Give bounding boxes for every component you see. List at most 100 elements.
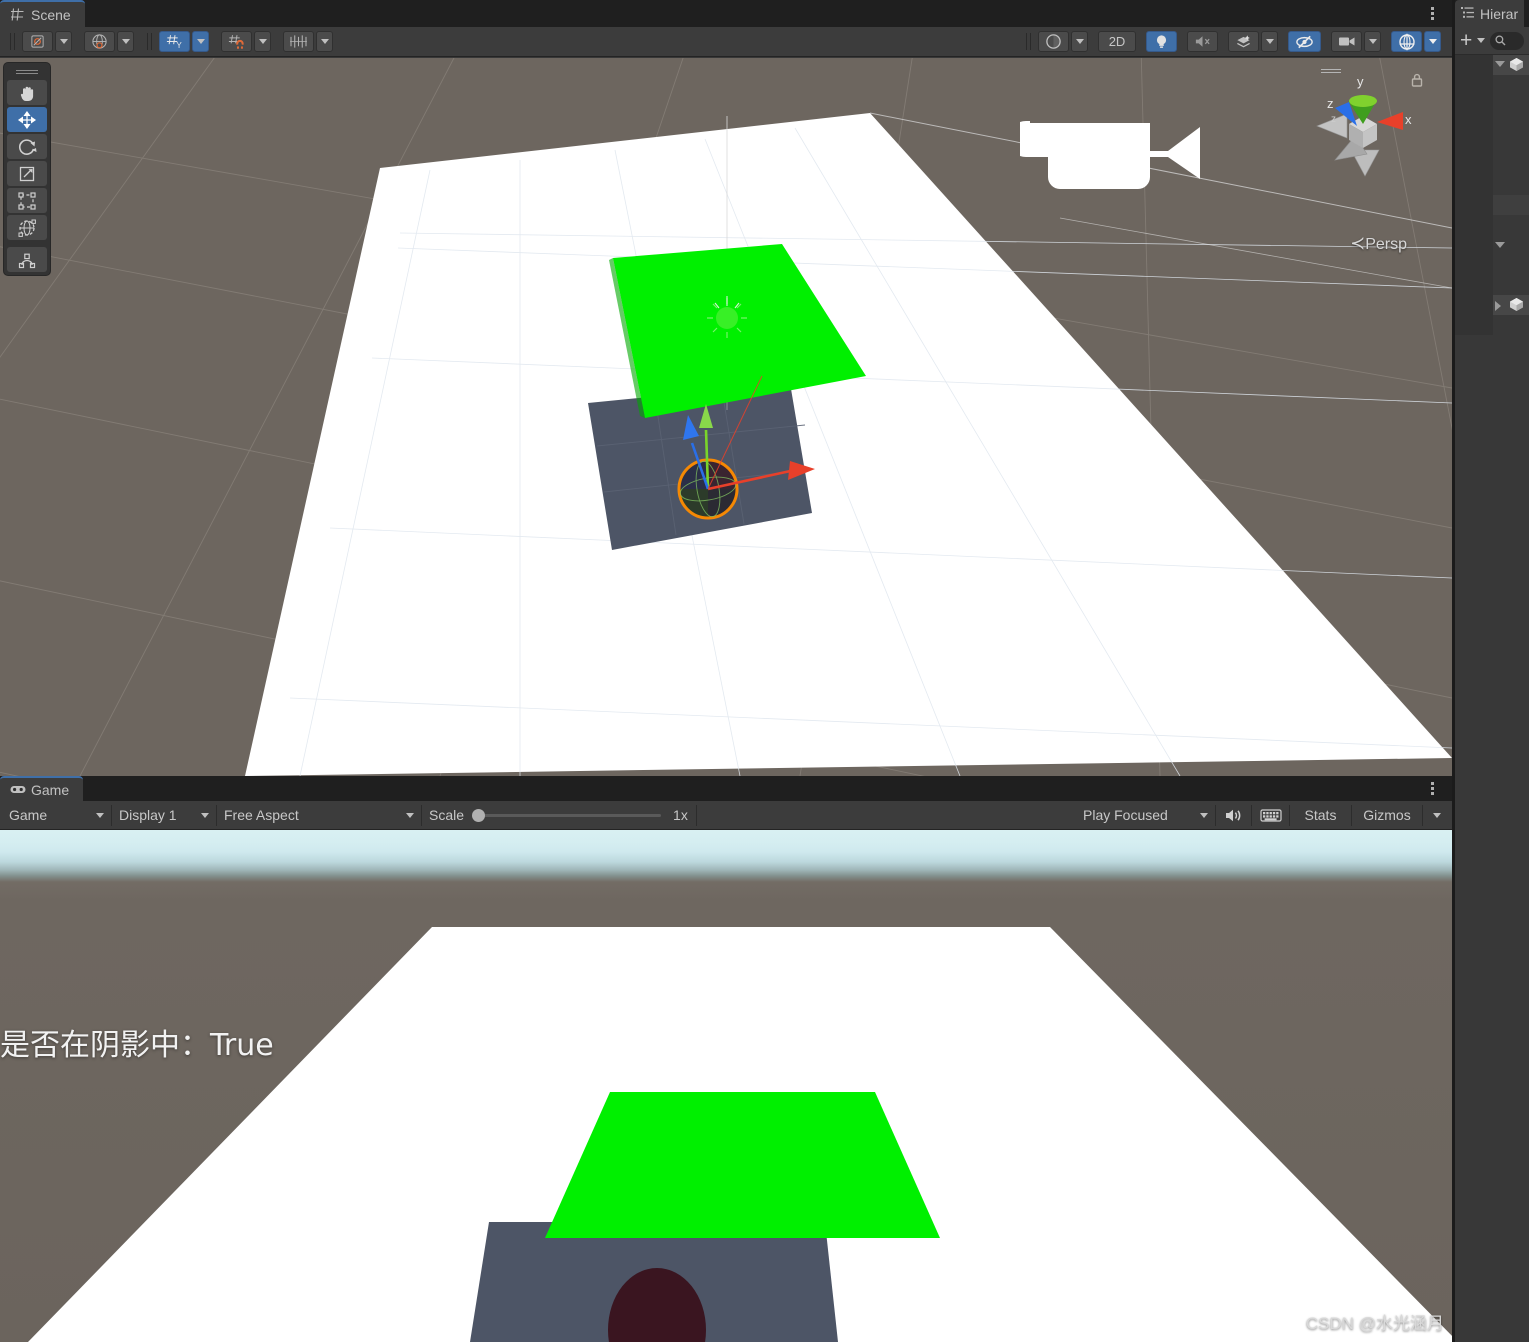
hierarchy-search-input[interactable] <box>1490 31 1524 50</box>
hierarchy-tree[interactable] <box>1455 55 1529 1342</box>
scene-camera-settings[interactable] <box>1331 31 1362 52</box>
move-tool[interactable] <box>7 107 47 132</box>
increment-snap-toggle[interactable] <box>283 31 314 52</box>
chevron-down-icon[interactable] <box>1495 242 1505 248</box>
gizmo-axis-z-label: z <box>1327 96 1334 111</box>
game-view-mode-label: Game <box>9 807 48 823</box>
game-stats-grid-button[interactable] <box>1252 804 1290 826</box>
increment-snap-dropdown[interactable] <box>316 31 333 52</box>
game-play-mode-dropdown[interactable]: Play Focused <box>1076 804 1216 826</box>
scene-hidden-objects-toggle[interactable] <box>1288 31 1321 52</box>
scene-camera-settings-dropdown[interactable] <box>1364 31 1381 52</box>
tab-game[interactable]: Game <box>0 776 84 801</box>
scene-gizmos-dropdown[interactable] <box>1424 31 1441 52</box>
game-stats-button[interactable]: Stats <box>1290 804 1352 826</box>
game-mute-audio-button[interactable] <box>1216 804 1252 826</box>
scene-2d-toggle[interactable]: 2D <box>1098 31 1136 52</box>
scale-slider-track[interactable] <box>472 808 662 822</box>
game-scale-slider[interactable]: Scale 1x <box>422 804 697 826</box>
lightbulb-icon <box>1156 34 1167 48</box>
scale-icon <box>19 166 35 181</box>
game-viewport[interactable]: 是否在阴影中：True CSDN @水光涵月 <box>0 830 1452 1342</box>
chevron-down-icon <box>121 39 130 44</box>
gizmo-lock-icon[interactable] <box>1410 72 1424 93</box>
hierarchy-row[interactable] <box>1455 155 1529 175</box>
handle-orientation-dropdown[interactable] <box>117 31 134 52</box>
hierarchy-row[interactable] <box>1455 295 1529 315</box>
plus-icon[interactable]: + <box>1460 30 1472 51</box>
hierarchy-row[interactable] <box>1455 95 1529 115</box>
speaker-icon <box>1226 809 1241 821</box>
chevron-right-icon[interactable] <box>1495 301 1501 311</box>
hierarchy-row-indent <box>1455 195 1493 215</box>
scene-audio-toggle[interactable] <box>1187 31 1218 52</box>
gameobject-icon <box>1509 57 1524 77</box>
grid-snapping-toggle[interactable]: Y <box>159 31 190 52</box>
tab-game-label: Game <box>31 781 70 798</box>
chevron-down-icon <box>320 39 329 44</box>
svg-text:z: z <box>1331 114 1336 125</box>
speaker-muted-icon <box>1195 36 1210 47</box>
eye-slash-icon <box>1296 35 1313 48</box>
hierarchy-row[interactable] <box>1455 75 1529 95</box>
hierarchy-row[interactable] <box>1455 315 1529 335</box>
pivot-mode-toggle[interactable] <box>22 31 53 52</box>
game-scale-value: 1x <box>673 807 688 823</box>
hierarchy-row-indent <box>1455 215 1493 235</box>
hierarchy-row-indent <box>1455 55 1493 75</box>
chevron-down-icon <box>59 39 68 44</box>
hierarchy-row[interactable] <box>1455 275 1529 295</box>
game-overflow-menu[interactable] <box>1424 779 1440 797</box>
projection-mode-label[interactable]: ≺Persp <box>1350 233 1407 254</box>
custom-editor-tool[interactable] <box>7 247 47 272</box>
view-tool[interactable] <box>7 80 47 105</box>
hierarchy-row[interactable] <box>1455 175 1529 195</box>
game-gizmos-button[interactable]: Gizmos <box>1352 804 1422 826</box>
tab-hierarchy[interactable]: Hierar <box>1455 0 1525 27</box>
scene-fx-dropdown[interactable] <box>1261 31 1278 52</box>
transform-globe-icon <box>18 219 36 237</box>
chevron-down-icon[interactable] <box>1477 38 1486 43</box>
gizmo-drag-handle[interactable] <box>1320 67 1342 75</box>
game-play-mode-label: Play Focused <box>1083 807 1168 823</box>
chevron-down-icon <box>196 39 205 44</box>
scene-orientation-gizmo[interactable]: y z z x <box>1307 66 1427 196</box>
scene-overflow-menu[interactable] <box>1424 4 1440 22</box>
hierarchy-row[interactable] <box>1455 135 1529 155</box>
tab-hierarchy-label: Hierar <box>1480 5 1519 22</box>
game-aspect-dropdown[interactable]: Free Aspect <box>217 804 422 826</box>
hierarchy-row[interactable] <box>1455 195 1529 215</box>
tab-scene[interactable]: Scene <box>0 0 85 27</box>
grid-visibility-dropdown[interactable] <box>254 31 271 52</box>
game-display-dropdown[interactable]: Display 1 <box>112 804 217 826</box>
camera-gizmo-icon[interactable] <box>1008 113 1205 198</box>
pivot-mode-dropdown[interactable] <box>55 31 72 52</box>
game-gizmos-dropdown[interactable] <box>1422 804 1450 826</box>
csdn-watermark: CSDN @水光涵月 <box>1305 1314 1444 1333</box>
scene-lighting-toggle[interactable] <box>1146 31 1177 52</box>
scene-gizmos-toggle[interactable] <box>1391 31 1422 52</box>
hierarchy-row[interactable] <box>1455 215 1529 235</box>
scale-slider-knob[interactable] <box>472 808 486 822</box>
hierarchy-row[interactable] <box>1455 255 1529 275</box>
game-view-mode-dropdown[interactable]: Game <box>2 804 112 826</box>
chevron-down-icon[interactable] <box>1495 61 1505 67</box>
grid-snapping-dropdown[interactable] <box>192 31 209 52</box>
camera-icon <box>1338 37 1354 46</box>
scene-view-camera-mode-dropdown[interactable] <box>1071 31 1088 52</box>
gizmo-axis-x-label: x <box>1405 112 1412 127</box>
hierarchy-row[interactable] <box>1455 115 1529 135</box>
scene-fx-toggle[interactable] <box>1228 31 1259 52</box>
rotate-tool[interactable] <box>7 134 47 159</box>
scene-viewport[interactable]: y z z x ≺Persp <box>0 58 1452 776</box>
hierarchy-row[interactable] <box>1455 55 1529 75</box>
hierarchy-row[interactable] <box>1455 235 1529 255</box>
grid-visibility-toggle[interactable] <box>221 31 252 52</box>
transform-tool[interactable] <box>7 215 47 240</box>
scale-tool[interactable] <box>7 161 47 186</box>
rect-tool[interactable] <box>7 188 47 213</box>
scene-view-camera-mode[interactable] <box>1038 31 1069 52</box>
palette-drag-handle[interactable] <box>7 66 47 78</box>
handle-orientation-toggle[interactable] <box>84 31 115 52</box>
chevron-down-icon <box>1075 39 1084 44</box>
